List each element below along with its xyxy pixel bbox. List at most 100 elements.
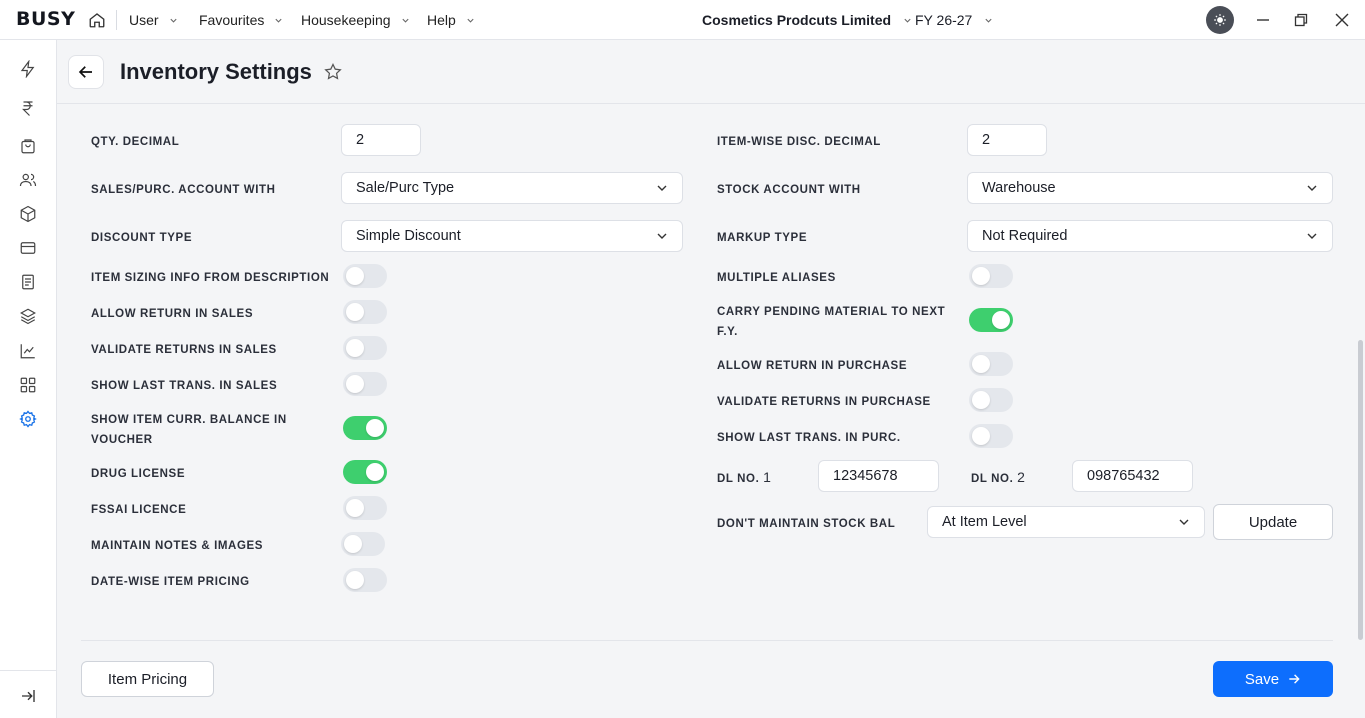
- document-icon[interactable]: [19, 273, 37, 291]
- validate-returns-sales-label: VALIDATE RETURNS IN SALES: [91, 344, 277, 356]
- menu-user[interactable]: User: [129, 12, 178, 28]
- home-icon[interactable]: [88, 11, 106, 29]
- markup-type-select[interactable]: Not Required: [967, 220, 1333, 252]
- sales-purc-account-select[interactable]: Sale/Purc Type: [341, 172, 683, 204]
- drug-license-toggle[interactable]: [343, 460, 387, 484]
- date-wise-item-pricing-label: DATE-WISE ITEM PRICING: [91, 576, 250, 588]
- header-divider: [57, 103, 1365, 104]
- multiple-aliases-toggle[interactable]: [969, 264, 1013, 288]
- card-icon[interactable]: [19, 239, 37, 257]
- save-label: Save: [1244, 670, 1280, 688]
- chevron-down-icon: [169, 18, 177, 23]
- carry-pending-label-line2: F.Y.: [717, 326, 738, 338]
- scrollbar[interactable]: [1358, 340, 1363, 640]
- show-item-curr-balance-label-line1: SHOW ITEM CURR. BALANCE IN: [91, 414, 287, 426]
- menu-label: User: [129, 12, 159, 28]
- show-last-trans-purc-label: SHOW LAST TRANS. IN PURC.: [717, 432, 901, 444]
- date-wise-item-pricing-toggle[interactable]: [343, 568, 387, 592]
- close-icon[interactable]: [1334, 12, 1350, 28]
- app-logo: BUSY: [16, 8, 76, 30]
- expand-sidebar-icon[interactable]: [19, 687, 37, 705]
- divider: [116, 10, 117, 30]
- chevron-down-icon: [1307, 185, 1317, 191]
- show-item-curr-balance-toggle[interactable]: [343, 416, 387, 440]
- dl-label-prefix: DL NO.: [717, 473, 760, 485]
- theme-toggle-button[interactable]: [1206, 6, 1234, 34]
- dl-no-2-input[interactable]: 098765432: [1072, 460, 1193, 492]
- back-button[interactable]: [68, 55, 104, 89]
- discount-type-select[interactable]: Simple Discount: [341, 220, 683, 252]
- validate-returns-purchase-label: VALIDATE RETURNS IN PURCHASE: [717, 396, 931, 408]
- menu-label: Housekeeping: [301, 12, 391, 28]
- footer-divider: [81, 640, 1333, 641]
- validate-returns-sales-toggle[interactable]: [343, 336, 387, 360]
- chevron-down-icon: [275, 18, 282, 23]
- fy-selector[interactable]: FY 26-27: [915, 12, 993, 28]
- select-value: Not Required: [982, 228, 1068, 244]
- favourite-star-icon[interactable]: [323, 62, 343, 82]
- settings-gear-icon[interactable]: [19, 410, 37, 428]
- fssai-licence-toggle[interactable]: [343, 496, 387, 520]
- allow-return-purchase-toggle[interactable]: [969, 352, 1013, 376]
- maintain-notes-images-label: MAINTAIN NOTES & IMAGES: [91, 540, 264, 552]
- discount-type-label: DISCOUNT TYPE: [91, 232, 193, 244]
- dont-maintain-stock-label: DON'T MAINTAIN STOCK BAL: [717, 518, 896, 530]
- fssai-licence-label: FSSAI LICENCE: [91, 504, 187, 516]
- dont-maintain-stock-select[interactable]: At Item Level: [927, 506, 1205, 538]
- update-button[interactable]: Update: [1213, 504, 1333, 540]
- sidebar-footer: [0, 670, 56, 718]
- menu-label: Favourites: [199, 12, 265, 28]
- item-sizing-toggle[interactable]: [343, 264, 387, 288]
- item-pricing-button[interactable]: Item Pricing: [81, 661, 214, 697]
- menu-help[interactable]: Help: [427, 12, 475, 28]
- rupee-icon[interactable]: [19, 99, 37, 117]
- chart-icon[interactable]: [19, 342, 37, 360]
- company-selector[interactable]: Cosmetics Prodcuts Limited: [702, 12, 912, 28]
- maintain-notes-images-toggle[interactable]: [341, 532, 385, 556]
- itemwise-disc-decimal-input[interactable]: 2: [967, 124, 1047, 156]
- arrow-left-icon: [78, 66, 92, 78]
- chevron-down-icon: [985, 18, 992, 23]
- validate-returns-purchase-toggle[interactable]: [969, 388, 1013, 412]
- markup-type-label: MARKUP TYPE: [717, 232, 808, 244]
- layers-icon[interactable]: [19, 307, 37, 325]
- save-button[interactable]: Save: [1213, 661, 1333, 697]
- carry-pending-label-line1: CARRY PENDING MATERIAL TO NEXT: [717, 306, 946, 318]
- chevron-down-icon: [904, 18, 911, 23]
- allow-return-sales-toggle[interactable]: [343, 300, 387, 324]
- chevron-down-icon: [1307, 233, 1317, 239]
- box-icon[interactable]: [19, 205, 37, 223]
- dl-no-1-input[interactable]: 12345678: [818, 460, 939, 492]
- qty-decimal-input[interactable]: 2: [341, 124, 421, 156]
- menu-favourites[interactable]: Favourites: [199, 12, 283, 28]
- item-sizing-label: ITEM SIZING INFO FROM DESCRIPTION: [91, 272, 330, 284]
- sun-icon: [1214, 14, 1226, 26]
- select-value: Warehouse: [982, 180, 1056, 196]
- dl-label-num: 2: [1017, 469, 1025, 485]
- sales-purc-account-label: SALES/PURC. ACCOUNT WITH: [91, 184, 276, 196]
- show-item-curr-balance-label-line2: VOUCHER: [91, 434, 153, 446]
- dl-no-1-label: DL NO. 1: [717, 467, 771, 489]
- grid-icon[interactable]: [19, 376, 37, 394]
- minimize-icon[interactable]: [1255, 12, 1271, 28]
- show-last-trans-purc-toggle[interactable]: [969, 424, 1013, 448]
- chevron-down-icon: [1179, 519, 1189, 525]
- carry-pending-toggle[interactable]: [969, 308, 1013, 332]
- chevron-down-icon: [657, 185, 667, 191]
- restore-icon[interactable]: [1293, 12, 1309, 28]
- select-value: At Item Level: [942, 514, 1027, 530]
- lightning-icon[interactable]: [19, 60, 37, 78]
- show-last-trans-sales-toggle[interactable]: [343, 372, 387, 396]
- stock-account-select[interactable]: Warehouse: [967, 172, 1333, 204]
- users-icon[interactable]: [19, 171, 37, 189]
- fy-label: FY 26-27: [915, 12, 973, 28]
- drug-license-label: DRUG LICENSE: [91, 468, 186, 480]
- menu-housekeeping[interactable]: Housekeeping: [301, 12, 410, 28]
- allow-return-purchase-label: ALLOW RETURN IN PURCHASE: [717, 360, 908, 372]
- company-name: Cosmetics Prodcuts Limited: [702, 12, 892, 28]
- page-title: Inventory Settings: [120, 59, 312, 84]
- stock-account-label: STOCK ACCOUNT WITH: [717, 184, 861, 196]
- dl-no-2-label: DL NO. 2: [971, 467, 1025, 489]
- dl-label-num: 1: [763, 469, 771, 485]
- bag-icon[interactable]: [19, 137, 37, 155]
